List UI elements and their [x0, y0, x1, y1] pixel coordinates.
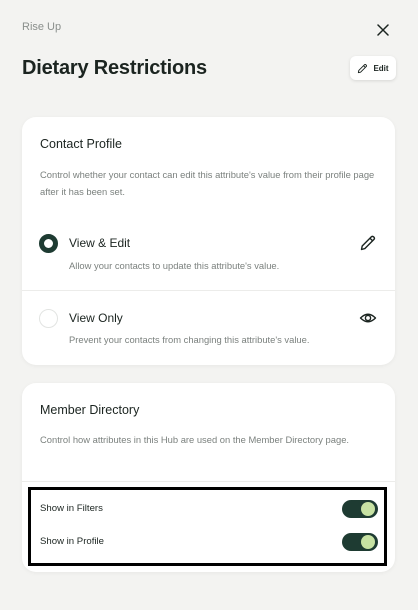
directory-divider [22, 481, 395, 482]
contact-profile-card: Contact Profile Control whether your con… [22, 117, 395, 365]
highlight-box [28, 487, 387, 566]
pencil-icon[interactable] [359, 234, 377, 252]
view-edit-radio[interactable] [39, 234, 58, 253]
contact-profile-title: Contact Profile [40, 137, 122, 151]
app-name: Rise Up [22, 21, 62, 33]
view-edit-label[interactable]: View & Edit [69, 236, 130, 250]
option-divider [22, 290, 395, 291]
edit-button-label: Edit [373, 63, 389, 73]
member-directory-title: Member Directory [40, 403, 140, 417]
edit-button[interactable]: Edit [350, 56, 396, 80]
eye-icon[interactable] [359, 309, 377, 327]
view-only-label[interactable]: View Only [69, 311, 123, 325]
view-edit-description: Allow your contacts to update this attri… [69, 260, 280, 271]
page-title: Dietary Restrictions [22, 57, 207, 79]
view-only-description: Prevent your contacts from changing this… [69, 334, 310, 345]
close-icon[interactable] [374, 21, 392, 39]
member-directory-description: Control how attributes in this Hub are u… [40, 434, 350, 445]
pencil-icon [358, 63, 368, 73]
view-only-radio[interactable] [39, 309, 58, 328]
contact-profile-description: Control whether your contact can edit th… [40, 169, 375, 197]
